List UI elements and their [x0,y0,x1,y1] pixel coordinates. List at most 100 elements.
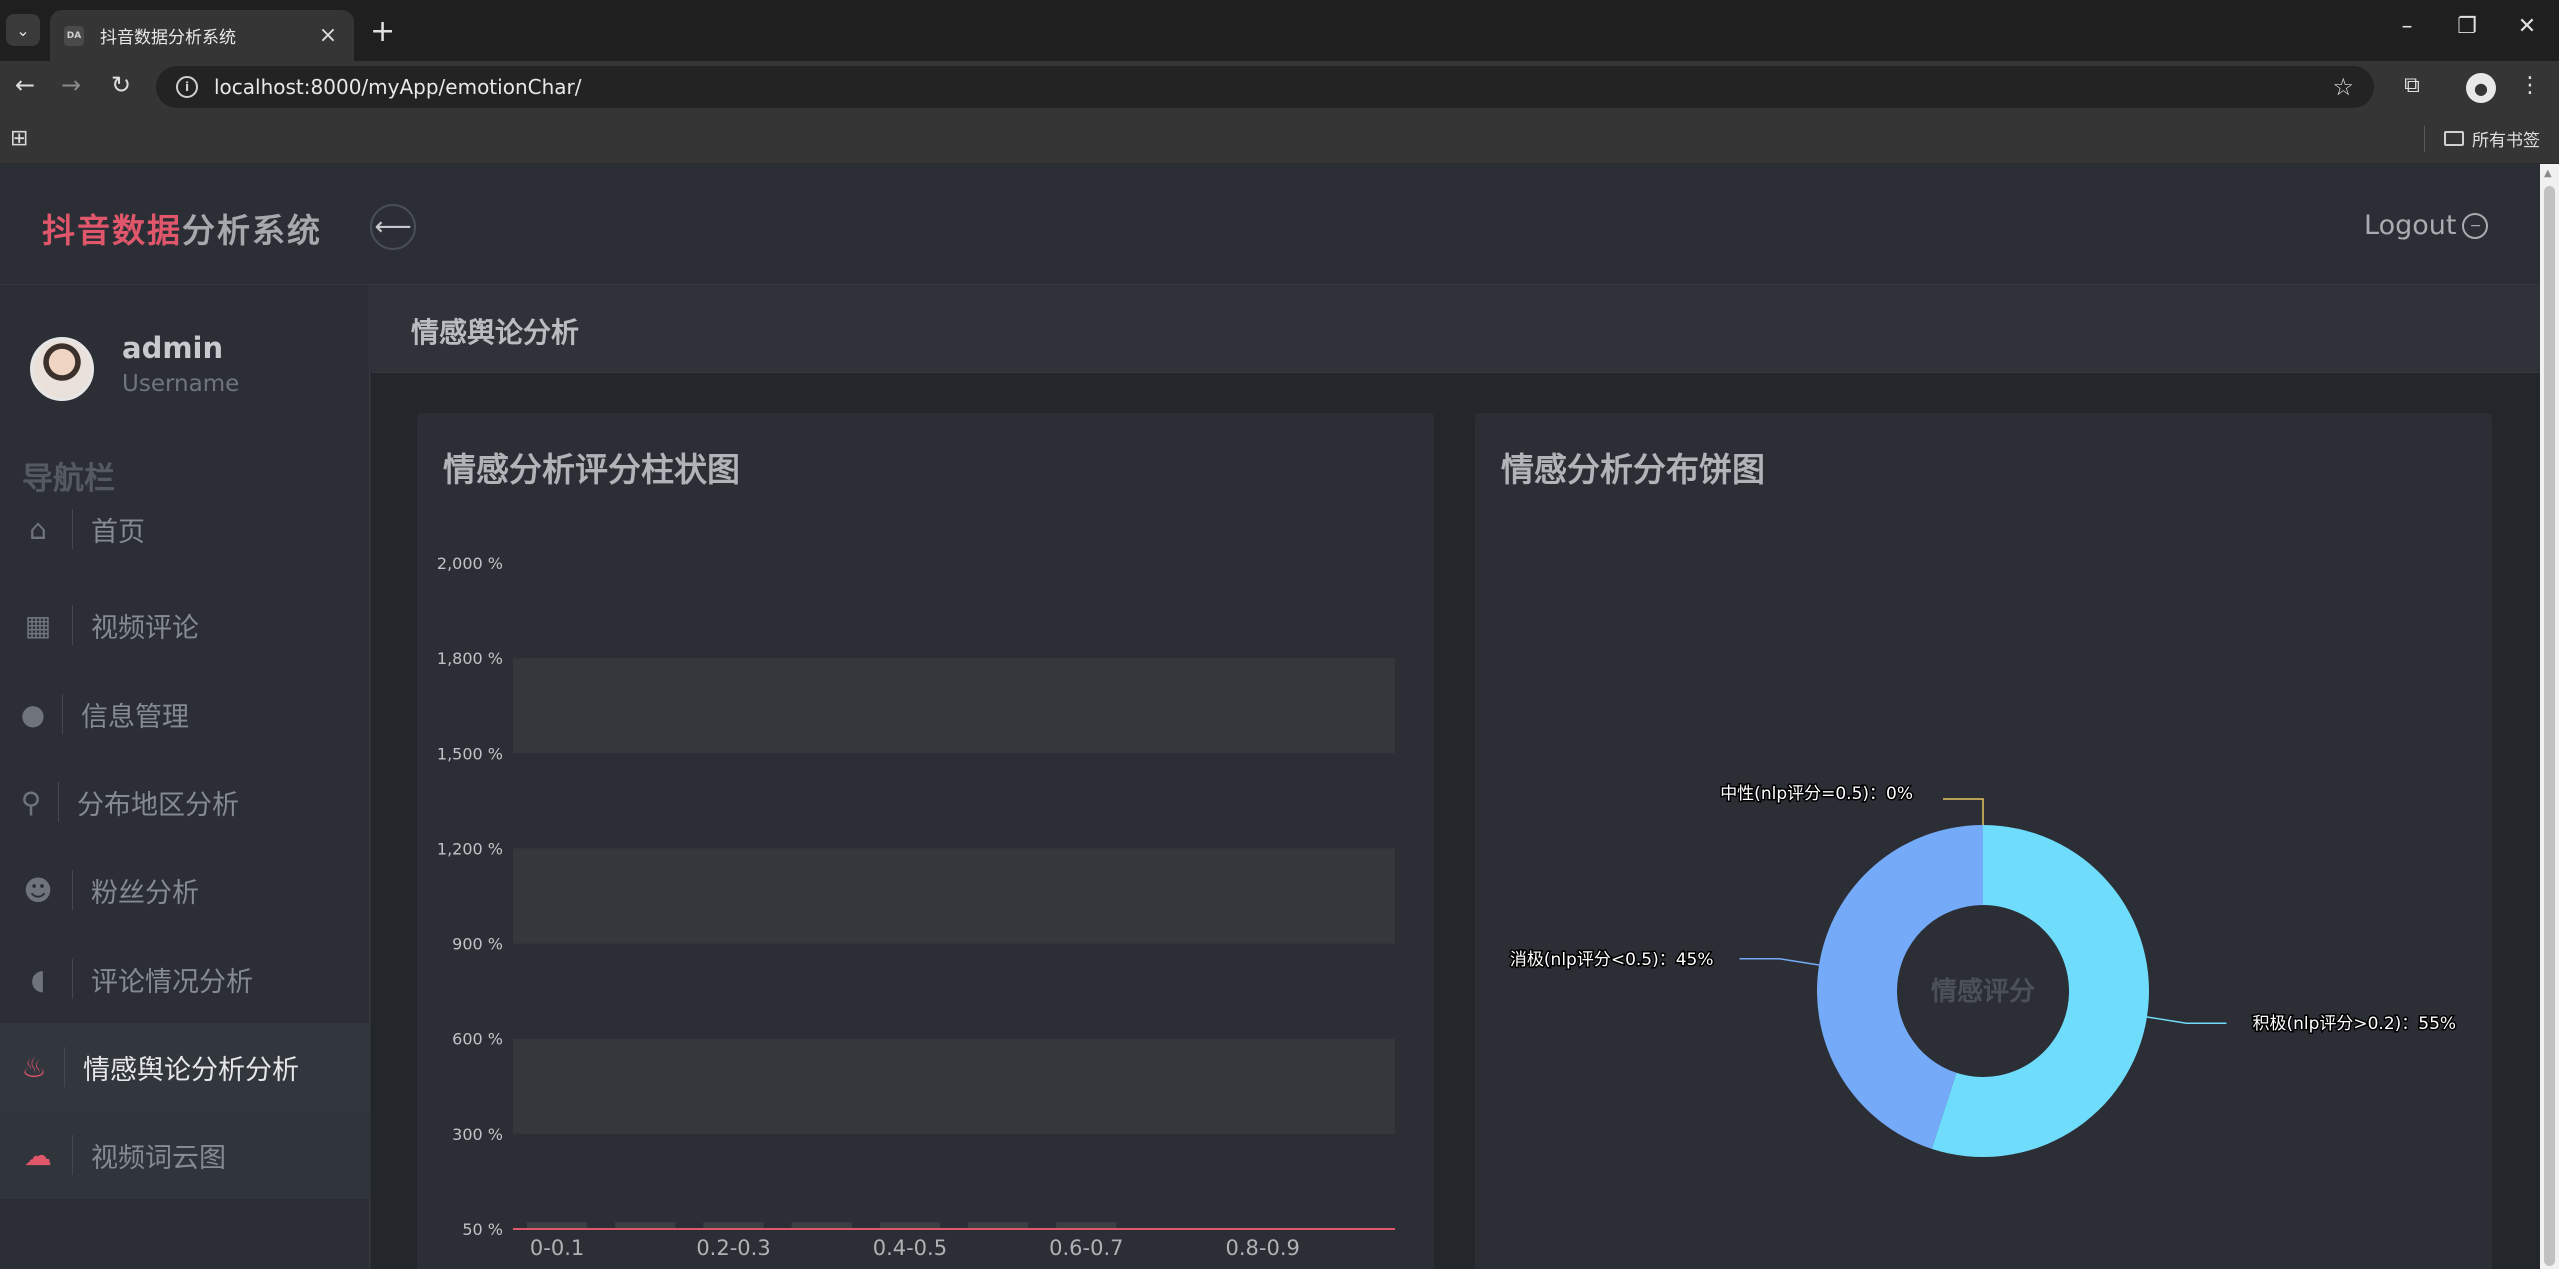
users-icon: ☻ [23,873,53,907]
profile-icon[interactable]: ● [2466,73,2496,103]
menu-kebab-icon[interactable]: ⋮ [2514,73,2546,98]
bar-0-0.1 [527,1222,588,1229]
cloud-download-icon: ☁ [24,1138,52,1172]
comment-icon: ◖ [30,962,46,996]
browser-toolbar: ← → ↻ i localhost:8000/myApp/emotionChar… [0,61,2559,114]
pie-chart-title: 情感分析分布饼图 [1501,450,1765,489]
sidebar-item-label: 粉丝分析 [91,877,199,909]
brand-rest: 分析系统 [182,211,322,250]
logout-icon: − [2462,212,2489,239]
scroll-thumb[interactable] [2544,186,2555,1266]
bookmark-star-icon[interactable]: ☆ [2332,73,2354,101]
pie-slice-label: 积极(nlp评分>0.2)：55% [2252,1014,2456,1034]
user-name: admin [122,331,224,365]
x-tick-label: 0-0.1 [530,1236,584,1260]
sidebar-item-home[interactable]: ⌂ 首页 [0,485,370,573]
favicon-icon: DA [64,25,84,46]
bookmarks-divider [2424,126,2425,152]
user-role: Username [122,371,240,397]
content-header: 情感舆论分析 [371,285,2540,373]
y-tick-label: 1,500 % [437,744,503,763]
all-bookmarks-button[interactable]: 所有书签 [2444,126,2540,151]
sidebar-item-label: 视频评论 [91,612,199,644]
sidebar-item-label: 信息管理 [81,701,189,733]
apps-grid-icon[interactable]: ⊞ [10,126,28,151]
sidebar-item-label: 评论情况分析 [91,966,253,998]
sidebar-item-wordcloud[interactable]: ☁ 视频词云图 [0,1111,370,1199]
logout-label: Logout [2364,210,2457,241]
browser-tabstrip: ⌄ DA 抖音数据分析系统 × + – ❐ ✕ [0,0,2559,61]
x-tick-label: 0.6-0.7 [1049,1236,1123,1260]
url-text[interactable]: localhost:8000/myApp/emotionChar/ [214,75,2332,99]
x-tick-label: 0.4-0.5 [873,1236,947,1260]
pie-slice-label: 消极(nlp评分<0.5)：45% [1510,950,1714,970]
site-info-icon[interactable]: i [176,76,198,98]
bar-0.2-0.3 [703,1222,764,1229]
pie-chart-card: 情感分析分布饼图 积极(nlp评分>0.2)：55% 消极(nlp评分<0.5)：… [1475,413,2492,1269]
nav-separator [72,509,73,549]
sidebar-item-video-comments[interactable]: ▦ 视频评论 [0,581,370,669]
restore-icon[interactable]: ❐ [2447,14,2487,39]
pie-chart: 积极(nlp评分>0.2)：55% 消极(nlp评分<0.5)：45% 中性(nlp… [1508,783,2458,1157]
bar-0.1-0.2 [615,1222,676,1229]
page-title: 情感舆论分析 [411,316,580,349]
web-page: 抖音数据分析系统 ⟵ Logout − admin Username 导航栏 ⌂… [0,164,2540,1269]
bar-0.5-0.6 [968,1222,1029,1229]
pie-leader-line [1739,958,1820,966]
back-arrow-icon[interactable]: ← [8,71,42,99]
scroll-up-icon[interactable]: ▲ [2544,168,2552,179]
address-bar[interactable]: i localhost:8000/myApp/emotionChar/ ☆ [156,66,2374,108]
window-close-icon[interactable]: ✕ [2507,14,2547,39]
y-tick-label: 1,800 % [437,649,503,668]
x-tick-label: 0.2-0.3 [696,1236,770,1260]
bar-0.3-0.4 [791,1222,852,1229]
nav-separator [72,1135,73,1175]
sidebar-item-comment-analysis[interactable]: ◖ 评论情况分析 [0,935,370,1023]
browser-tab[interactable]: DA 抖音数据分析系统 × [50,10,354,61]
home-icon: ⌂ [29,512,47,546]
logout-button[interactable]: Logout − [2364,210,2489,241]
sidebar-item-emotion-analysis[interactable]: ♨ 情感舆论分析分析 [0,1023,370,1111]
new-tab-plus-icon[interactable]: + [370,14,395,49]
sidebar-item-region-analysis[interactable]: ⚲ 分布地区分析 [0,758,370,846]
y-tick-label: 600 % [452,1030,503,1049]
nav-separator [64,1047,65,1087]
reload-icon[interactable]: ↻ [104,71,138,99]
sidebar-item-label: 首页 [91,516,145,548]
nav-separator [58,782,59,822]
grid-band [513,658,1395,754]
brand-highlight: 抖音数据 [42,211,182,250]
bar-chart: 50 % 300 % 600 % 900 % 1,200 % 1,500 % 1,800 %… [437,554,1395,1260]
sidebar-item-fans-analysis[interactable]: ☻ 粉丝分析 [0,846,370,934]
page-scrollbar[interactable]: ▲ [2540,164,2559,1269]
extensions-icon[interactable]: ⧉ [2396,73,2428,98]
grid-band [513,848,1395,944]
y-tick-label: 900 % [452,935,503,954]
brand-logo[interactable]: 抖音数据分析系统 [42,204,322,252]
tab-search-chevron-icon[interactable]: ⌄ [6,14,40,46]
avatar [30,337,94,401]
y-tick-label: 300 % [452,1125,503,1144]
all-bookmarks-label: 所有书签 [2472,131,2540,151]
tab-title: 抖音数据分析系统 [100,28,236,48]
sidebar: admin Username 导航栏 ⌂ 首页 ▦ 视频评论 ● 信息管理 ⚲ … [0,285,370,1269]
fire-icon: ♨ [21,1050,47,1084]
bar-chart-card: 情感分析评分柱状图 50 % 300 % 600 % 900 % 1,200 % 1,50… [417,413,1434,1269]
pie-leader-line [2146,1016,2227,1024]
minimize-icon[interactable]: – [2387,14,2427,39]
nav-separator [72,605,73,645]
user-icon: ● [20,697,46,731]
sidebar-toggle-arrow-icon[interactable]: ⟵ [370,204,416,250]
y-tick-label: 1,200 % [437,839,503,858]
nav-separator [72,959,73,999]
y-tick-label: 50 % [462,1220,503,1239]
forward-arrow-icon[interactable]: → [54,71,88,99]
bar-0.4-0.5 [879,1222,940,1229]
grid-band [513,1038,1395,1134]
tab-close-icon[interactable]: × [316,23,340,48]
map-marker-icon: ⚲ [20,785,42,819]
nav-separator [62,694,63,734]
x-tick-label: 0.8-0.9 [1226,1236,1300,1260]
sidebar-item-info-management[interactable]: ● 信息管理 [0,670,370,758]
folder-icon [2444,131,2464,146]
